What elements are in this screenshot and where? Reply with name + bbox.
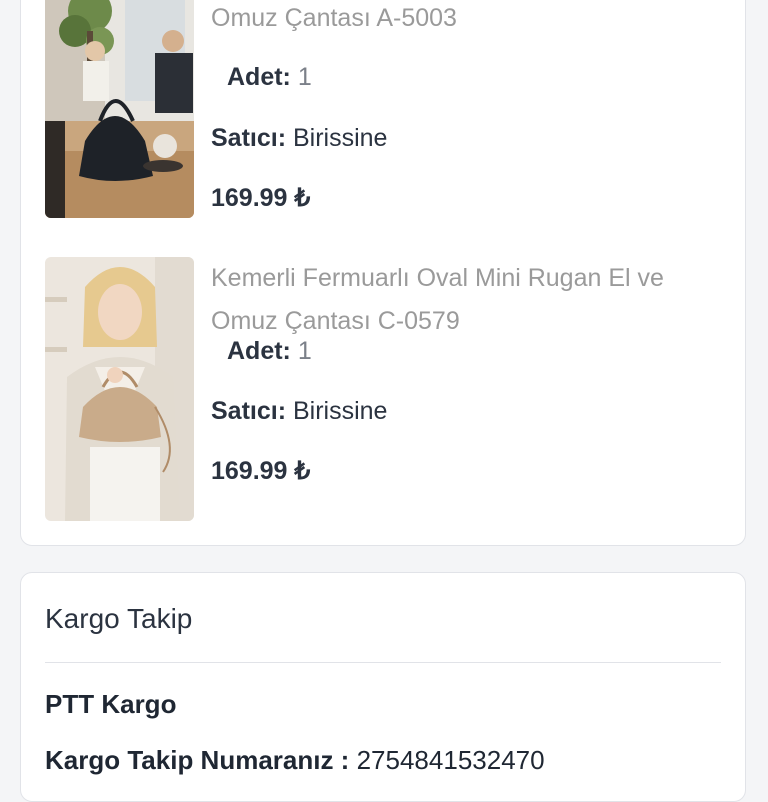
quantity: Adet: 1 xyxy=(227,62,312,92)
order-item[interactable]: Kemerli Fermuarlı Oval Mini Rugan El ve … xyxy=(45,0,725,249)
product-price: 169.99 ₺ xyxy=(211,457,311,485)
quantity-label: Adet: xyxy=(227,337,291,365)
quantity-value: 1 xyxy=(297,63,312,91)
cargo-title: Kargo Takip xyxy=(45,603,193,634)
tracking-number[interactable]: Kargo Takip Numaranız : 2754841532470 xyxy=(45,745,545,776)
product-image[interactable] xyxy=(45,0,194,218)
divider xyxy=(45,662,721,663)
seller-value: Birissine xyxy=(292,397,388,425)
tracking-number-value[interactable]: 2754841532470 xyxy=(357,745,545,775)
quantity-label: Adet: xyxy=(227,63,291,91)
seller-value: Birissine xyxy=(292,124,388,152)
quantity: Adet: 1 xyxy=(227,336,312,366)
product-title[interactable]: Kemerli Fermuarlı Oval Mini Rugan El ve … xyxy=(211,257,725,343)
seller-label: Satıcı: xyxy=(211,124,287,152)
order-items-card: Kemerli Fermuarlı Oval Mini Rugan El ve … xyxy=(20,0,746,546)
order-item[interactable]: Kemerli Fermuarlı Oval Mini Rugan El ve … xyxy=(45,257,725,521)
seller-label: Satıcı: xyxy=(211,397,287,425)
product-info: Kemerli Fermuarlı Oval Mini Rugan El ve … xyxy=(211,0,725,212)
seller: Satıcı: Birissine xyxy=(211,396,387,426)
product-price: 169.99 ₺ xyxy=(211,184,311,212)
product-title[interactable]: Kemerli Fermuarlı Oval Mini Rugan El ve … xyxy=(211,0,725,40)
cargo-company: PTT Kargo xyxy=(45,689,177,719)
seller: Satıcı: Birissine xyxy=(211,123,387,153)
product-image[interactable] xyxy=(45,257,194,521)
product-info: Kemerli Fermuarlı Oval Mini Rugan El ve … xyxy=(211,257,725,485)
tracking-label: Kargo Takip Numaranız : xyxy=(45,745,350,775)
quantity-value: 1 xyxy=(297,337,312,365)
